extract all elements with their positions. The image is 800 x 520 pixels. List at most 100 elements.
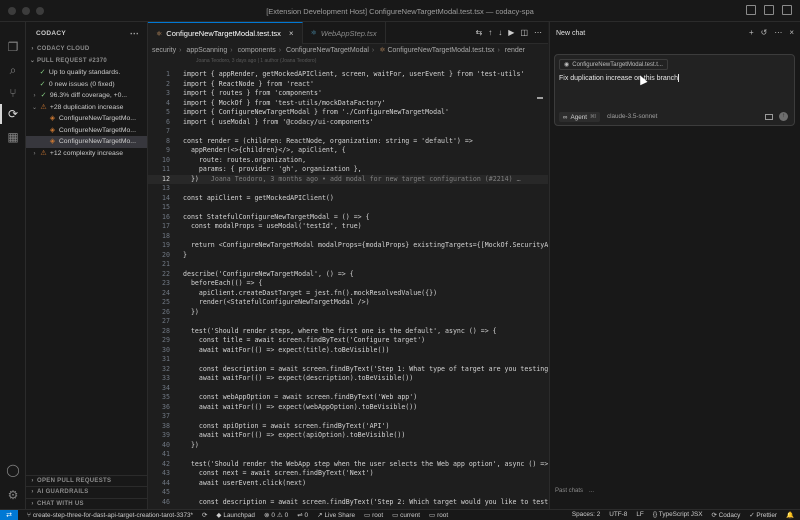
section-codacy-cloud[interactable]: › CODACY CLOUD bbox=[26, 44, 147, 56]
branch-indicator[interactable]: ⑂ create-step-three-for-dast-api-target-… bbox=[27, 512, 193, 519]
settings-gear-icon[interactable]: ⚙ bbox=[6, 488, 20, 502]
context-file-chip[interactable]: ◉ ConfigureNewTargetModal.test.t... bbox=[559, 59, 668, 70]
code-line[interactable]: 18 bbox=[148, 232, 548, 242]
code-line[interactable]: 24 apiClient.createDastTarget = jest.fn(… bbox=[148, 289, 548, 299]
more-actions-icon[interactable]: ⋯ bbox=[130, 28, 139, 39]
tab-active-file[interactable]: ⚛ ConfigureNewTargetModal.test.tsx × bbox=[148, 22, 303, 44]
source-control-icon[interactable]: ⑂ bbox=[6, 86, 20, 100]
line-number[interactable]: 46 bbox=[148, 498, 170, 508]
tab-file[interactable]: ⚛ WebAppStep.tsx bbox=[303, 22, 386, 44]
line-number[interactable]: 5 bbox=[148, 108, 170, 118]
code-line[interactable]: 22 describe('ConfigureNewTargetModal', ()… bbox=[148, 270, 548, 280]
chat-input-box[interactable]: ◉ ConfigureNewTargetModal.test.t... Fix … bbox=[554, 54, 795, 126]
section-pull-request[interactable]: ⌄ PULL REQUEST #2370 bbox=[26, 56, 147, 68]
code-line[interactable]: 35 const webAppOption = await screen.fin… bbox=[148, 393, 548, 403]
toggle-secondary-sidebar-icon[interactable] bbox=[782, 5, 792, 15]
line-number[interactable]: 21 bbox=[148, 260, 170, 270]
line-number[interactable]: 43 bbox=[148, 469, 170, 479]
line-number[interactable]: 18 bbox=[148, 232, 170, 242]
line-number[interactable]: 39 bbox=[148, 431, 170, 441]
code-line[interactable]: 9 appRender(<>{children}</>, apiClient, … bbox=[148, 146, 548, 156]
code-line[interactable]: 34 bbox=[148, 384, 548, 394]
code-line[interactable]: 17 const modalProps = useModal('testId',… bbox=[148, 222, 548, 232]
model-selector[interactable]: claude-3.5-sonnet bbox=[607, 112, 657, 122]
line-number[interactable]: 27 bbox=[148, 317, 170, 327]
more-actions-icon[interactable]: ⋯ bbox=[534, 28, 542, 37]
code-line[interactable]: 10 route: routes.organization, bbox=[148, 156, 548, 166]
code-line[interactable]: 46 const description = await screen.find… bbox=[148, 498, 548, 508]
tree-item-coverage[interactable]: › ✓ 96.3% diff coverage, +0... bbox=[26, 90, 147, 102]
eol-indicator[interactable]: LF bbox=[636, 511, 643, 519]
line-number[interactable]: 44 bbox=[148, 479, 170, 489]
line-number[interactable]: 14 bbox=[148, 194, 170, 204]
breadcrumb-item[interactable]: security bbox=[152, 47, 176, 54]
line-number[interactable]: 10 bbox=[148, 156, 170, 166]
tree-item-issues[interactable]: ✓ 0 new issues (0 fixed) bbox=[26, 79, 147, 91]
line-number[interactable]: 31 bbox=[148, 355, 170, 365]
tree-item-duplicate-file-selected[interactable]: ◈ ConfigureNewTargetMo... bbox=[26, 136, 147, 148]
line-number[interactable]: 32 bbox=[148, 365, 170, 375]
line-number[interactable]: 8 bbox=[148, 137, 170, 147]
root-indicator[interactable]: ▭ root bbox=[364, 511, 383, 520]
line-number[interactable]: 40 bbox=[148, 441, 170, 451]
line-number[interactable]: 36 bbox=[148, 403, 170, 413]
search-icon[interactable]: ⌕ bbox=[6, 63, 20, 77]
line-number[interactable]: 9 bbox=[148, 146, 170, 156]
line-number[interactable]: 2 bbox=[148, 80, 170, 90]
code-line[interactable]: 25 render(<StatefulConfigureNewTargetMod… bbox=[148, 298, 548, 308]
past-chats[interactable]: Past chats... bbox=[555, 488, 594, 494]
line-number[interactable]: 4 bbox=[148, 99, 170, 109]
tree-item-duplicate-file[interactable]: ◈ ConfigureNewTargetMo... bbox=[26, 113, 147, 125]
tree-item-duplicate-file[interactable]: ◈ ConfigureNewTargetMo... bbox=[26, 125, 147, 137]
line-number[interactable]: 11 bbox=[148, 165, 170, 175]
line-number[interactable]: 25 bbox=[148, 298, 170, 308]
code-line[interactable]: 28 test('Should render steps, where the … bbox=[148, 327, 548, 337]
tree-item-quality[interactable]: ✓ Up to quality standards. bbox=[26, 67, 147, 79]
code-line[interactable]: 26 }) bbox=[148, 308, 548, 318]
extensions-icon[interactable]: ▦ bbox=[6, 130, 20, 144]
breadcrumb-item[interactable]: ConfigureNewTargetModal bbox=[286, 47, 369, 54]
code-line[interactable]: 45 bbox=[148, 488, 548, 498]
code-line[interactable]: 43 const next = await screen.findByText(… bbox=[148, 469, 548, 479]
remote-indicator-icon[interactable]: ⇄ bbox=[0, 509, 18, 520]
line-number[interactable]: 33 bbox=[148, 374, 170, 384]
code-line[interactable]: 29 const title = await screen.findByText… bbox=[148, 336, 548, 346]
code-line[interactable]: 2 import { ReactNode } from 'react' bbox=[148, 80, 548, 90]
close-icon[interactable]: × bbox=[289, 29, 294, 38]
toggle-sidebar-icon[interactable] bbox=[746, 5, 756, 15]
tree-item-complexity[interactable]: › ⚠ +12 complexity increase bbox=[26, 148, 147, 160]
split-editor-icon[interactable]: ◫ bbox=[520, 28, 528, 37]
line-number[interactable]: 17 bbox=[148, 222, 170, 232]
line-number[interactable]: 23 bbox=[148, 279, 170, 289]
launchpad-button[interactable]: ◆ Launchpad bbox=[216, 511, 255, 520]
prettier-status[interactable]: ✓ Prettier bbox=[749, 511, 777, 519]
breadcrumb-item[interactable]: ConfigureNewTargetModal.test.tsx bbox=[387, 47, 494, 54]
toggle-panel-icon[interactable] bbox=[764, 5, 774, 15]
code-line[interactable]: 33 await waitFor(() => expect(descriptio… bbox=[148, 374, 548, 384]
plus-icon[interactable]: + bbox=[749, 28, 754, 37]
line-number[interactable]: 42 bbox=[148, 460, 170, 470]
next-change-icon[interactable]: ↓ bbox=[498, 28, 502, 37]
history-icon[interactable]: ↺ bbox=[761, 28, 768, 37]
breadcrumb-item[interactable]: render bbox=[505, 47, 525, 54]
ports-indicator[interactable]: ⇌ 0 bbox=[297, 511, 308, 520]
code-line[interactable]: 4 import { MockOf } from 'test-utils/mock… bbox=[148, 99, 548, 109]
code-line[interactable]: 44 await userEvent.click(next) bbox=[148, 479, 548, 489]
line-number[interactable]: 7 bbox=[148, 127, 170, 137]
inline-blame[interactable]: Joana Teodoro, 3 months ago • add modal … bbox=[211, 175, 521, 183]
line-number[interactable]: 28 bbox=[148, 327, 170, 337]
line-number[interactable]: 16 bbox=[148, 213, 170, 223]
section-open-pull-requests[interactable]: › OPEN PULL REQUESTS bbox=[26, 474, 147, 487]
line-number[interactable]: 1 bbox=[148, 70, 170, 80]
live-share-button[interactable]: ↗ Live Share bbox=[317, 511, 355, 520]
code-line[interactable]: 13 bbox=[148, 184, 548, 194]
line-number[interactable]: 30 bbox=[148, 346, 170, 356]
current-indicator[interactable]: ▭ current bbox=[392, 511, 420, 520]
code-line[interactable]: 31 bbox=[148, 355, 548, 365]
code-line[interactable]: 27 bbox=[148, 317, 548, 327]
line-number[interactable]: 37 bbox=[148, 412, 170, 422]
line-number[interactable]: 3 bbox=[148, 89, 170, 99]
code-line[interactable]: 40 }) bbox=[148, 441, 548, 451]
language-mode[interactable]: {} TypeScript JSX bbox=[653, 511, 703, 519]
code-line[interactable]: 30 await waitFor(() => expect(title).toB… bbox=[148, 346, 548, 356]
